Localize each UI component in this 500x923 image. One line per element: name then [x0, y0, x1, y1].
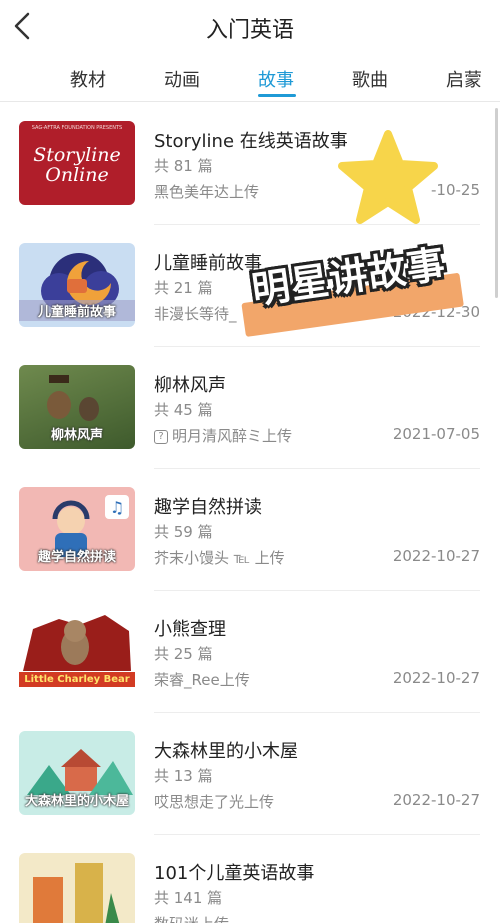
uploader: 芥末小馒头 ℡ 上传 — [154, 549, 285, 567]
cover-image: ♫ 趣学自然拼读 — [19, 487, 135, 571]
upload-date: 2022-10-27 — [392, 547, 480, 565]
cover-title: 趣学自然拼读 — [37, 550, 116, 565]
uploader: 哎思想走了光上传 — [154, 793, 275, 811]
cover-title: Storyline Online — [33, 144, 121, 186]
cover-illustration — [33, 863, 120, 923]
episode-count: 共 141 篇 — [154, 889, 223, 907]
cover-title: 柳林风声 — [50, 428, 103, 443]
collection-name: 101个儿童英语故事 — [154, 863, 315, 884]
cover-subtitle: SAG-AFTRA FOUNDATION PRESENTS — [31, 125, 123, 131]
cover-image: SAG-AFTRA FOUNDATION PRESENTS Storyline … — [19, 121, 135, 205]
uploader: 黑色美年达上传 — [154, 183, 260, 201]
list-item[interactable]: 101个儿童英语故事 共 141 篇 数码迷上传 — [0, 835, 500, 923]
upload-date: 2022-10-27 — [392, 669, 480, 687]
top-bar: 入门英语 — [0, 0, 500, 56]
list-item[interactable]: Little Charley Bear 小熊查理 共 25 篇 荣睿_Ree上传… — [0, 591, 500, 713]
list-item[interactable]: 大森林里的小木屋 大森林里的小木屋 共 13 篇 哎思想走了光上传 2022-1… — [0, 713, 500, 835]
cover-image: 儿童睡前故事 — [19, 243, 135, 327]
episode-count: 共 25 篇 — [154, 645, 213, 663]
tab-story[interactable]: 故事 — [258, 66, 294, 92]
uploader: ? 明月清风醉ミ上传 — [154, 425, 292, 446]
cover-image: Little Charley Bear — [19, 609, 135, 693]
collection-name: 小熊查理 — [154, 619, 226, 640]
uploader: 非漫长等待_ — [154, 305, 237, 323]
cover-title: 儿童睡前故事 — [19, 300, 135, 321]
cover-image: 柳林风声 — [19, 365, 135, 449]
star-icon — [338, 130, 438, 224]
cover-image — [19, 853, 135, 923]
collection-name: Storyline 在线英语故事 — [154, 131, 348, 152]
collection-name: 柳林风声 — [154, 375, 226, 396]
active-tab-indicator — [258, 94, 296, 97]
cover-image: 大森林里的小木屋 — [19, 731, 135, 815]
episode-count: 共 59 篇 — [154, 523, 213, 541]
page-title: 入门英语 — [205, 18, 294, 43]
episode-count: 共 45 篇 — [154, 401, 213, 419]
list-item[interactable]: 柳林风声 柳林风声 共 45 篇 ? 明月清风醉ミ上传 2021-07-05 — [0, 347, 500, 469]
svg-text:♫: ♫ — [110, 498, 124, 517]
tab-songs[interactable]: 歌曲 — [352, 66, 388, 92]
episode-count: 共 21 篇 — [154, 279, 213, 297]
uploader-name: 明月清风醉ミ上传 — [172, 427, 293, 445]
tab-enlightenment[interactable]: 启蒙 — [446, 66, 482, 92]
collection-name: 大森林里的小木屋 — [154, 741, 298, 762]
uploader: 数码迷上传 — [154, 913, 229, 923]
category-tabs: 教材 动画 故事 歌曲 启蒙 — [0, 56, 500, 102]
episode-count: 共 81 篇 — [154, 157, 213, 175]
upload-date: 2021-07-05 — [392, 425, 480, 443]
tab-textbook[interactable]: 教材 — [70, 66, 106, 92]
scrollbar[interactable] — [495, 108, 498, 298]
episode-count: 共 13 篇 — [154, 767, 213, 785]
cover-title: 大森林里的小木屋 — [24, 794, 129, 809]
question-icon: ? — [154, 429, 168, 444]
collection-name: 趣学自然拼读 — [154, 497, 262, 518]
uploader: 荣睿_Ree上传 — [154, 671, 250, 689]
tab-animation[interactable]: 动画 — [164, 66, 200, 92]
list-item[interactable]: ♫ 趣学自然拼读 趣学自然拼读 共 59 篇 芥末小馒头 ℡ 上传 2022-1… — [0, 469, 500, 591]
upload-date: 2022-10-27 — [392, 791, 480, 809]
cover-title: Little Charley Bear — [19, 672, 135, 687]
